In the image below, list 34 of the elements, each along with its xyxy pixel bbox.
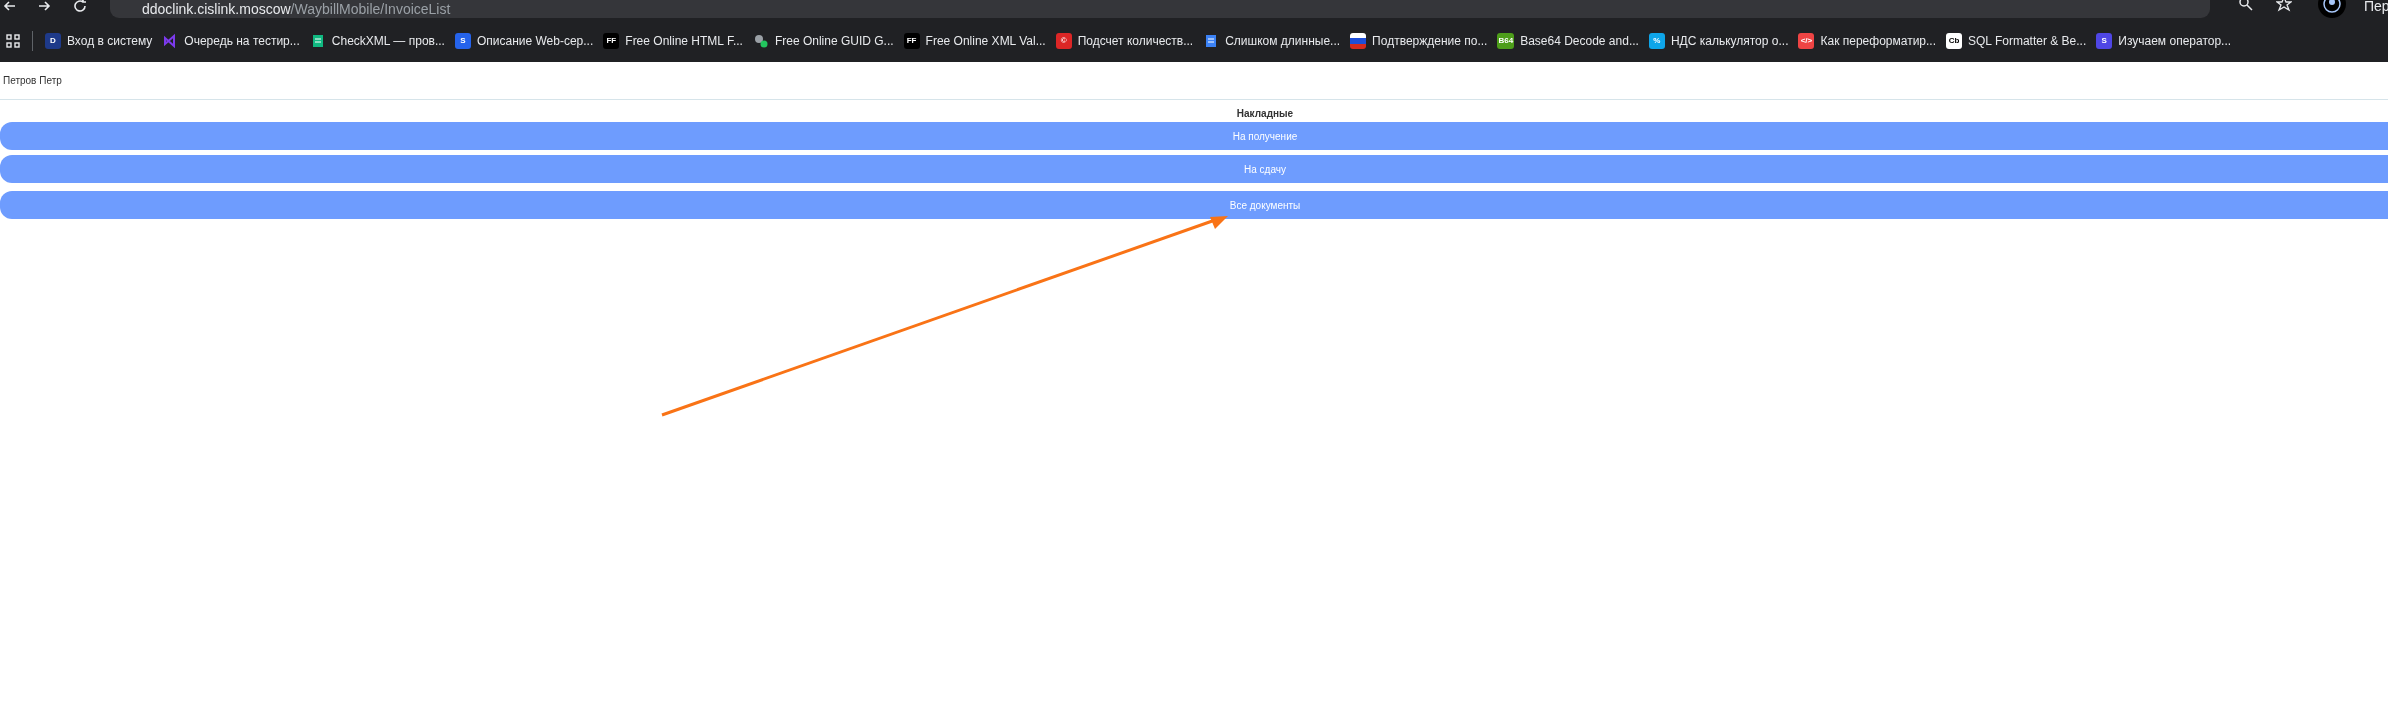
bookmark-favicon-icon: S	[2096, 33, 2113, 49]
bookmark[interactable]: © Подсчет количеств...	[1055, 32, 1194, 50]
address-host: ddoclink.cislink.moscow	[142, 1, 291, 17]
bookmark[interactable]: D Вход в систему	[45, 32, 153, 50]
zoom-icon[interactable]	[2238, 0, 2254, 12]
bookmark-favicon-icon: FF	[603, 33, 620, 49]
bookmark-favicon-icon: D	[45, 33, 61, 49]
star-icon[interactable]	[2276, 0, 2292, 12]
page-title: Накладные	[1236, 107, 1294, 121]
bookmark-favicon-icon: ©	[1055, 33, 1072, 49]
user-name: Петров Петр	[3, 74, 62, 88]
bookmark[interactable]: S Изучаем оператор...	[2096, 32, 2232, 50]
bookmark-favicon-icon: </>	[1798, 33, 1815, 49]
bookmark[interactable]: </> Как переформатир...	[1798, 32, 1936, 50]
bookmark-favicon-icon: S	[454, 33, 471, 49]
bookmark[interactable]: Free Online GUID G...	[752, 32, 894, 50]
bookmark[interactable]: FF Free Online XML Val...	[903, 32, 1046, 50]
bookmark[interactable]: Очередь на тестир...	[162, 32, 300, 50]
bookmark-favicon-icon: %	[1648, 33, 1665, 49]
bookmark[interactable]: Слишком длинные...	[1203, 32, 1341, 50]
address-bar[interactable]: ddoclink.cislink.moscow/WaybillMobile/InvoiceList	[110, 0, 2210, 18]
bookmark[interactable]: FF Free Online HTML F...	[603, 32, 743, 50]
address-path: /WaybillMobile/InvoiceList	[290, 1, 451, 17]
bookmark-favicon-icon: FF	[903, 33, 920, 49]
bookmark[interactable]: Cb SQL Formatter & Be...	[1946, 32, 2087, 50]
bookmark[interactable]: Подтверждение по...	[1350, 32, 1488, 50]
apps-icon[interactable]	[6, 34, 20, 48]
bookmark[interactable]: S Описание Web-сер...	[454, 32, 594, 50]
bookmark[interactable]: CheckXML — пров...	[309, 32, 445, 50]
bookmark-favicon-icon: Cb	[1946, 33, 1962, 49]
reload-icon[interactable]	[72, 0, 88, 14]
bookmark[interactable]: B64 Base64 Decode and...	[1497, 32, 1639, 50]
bookmark-favicon-icon: B64	[1497, 33, 1515, 49]
bookmark[interactable]: % НДС калькулятор о...	[1648, 32, 1789, 50]
